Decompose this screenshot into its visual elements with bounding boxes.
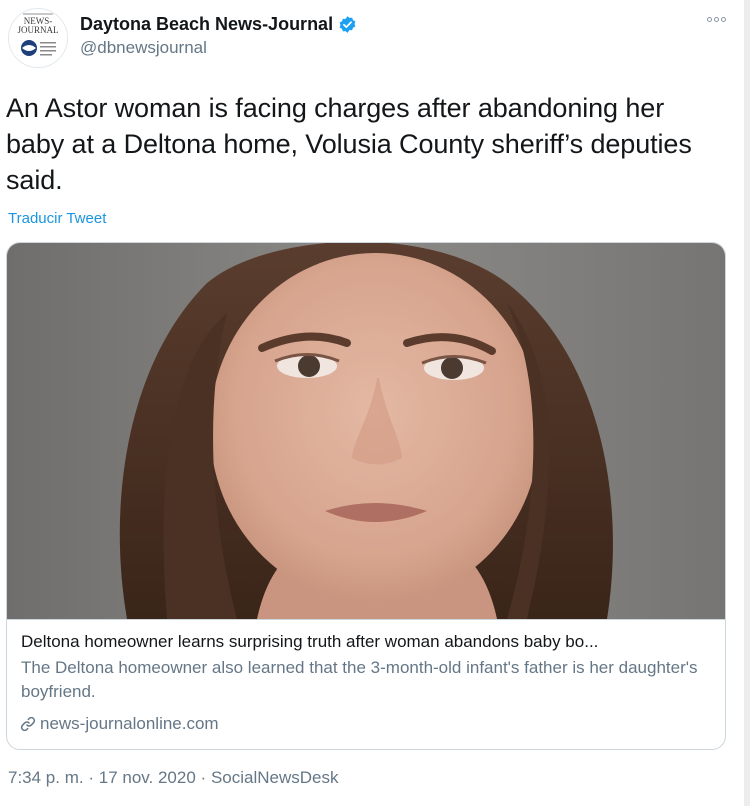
link-card[interactable]: Deltona homeowner learns surprising trut… — [6, 242, 726, 750]
card-description: The Deltona homeowner also learned that … — [21, 658, 698, 701]
card-domain[interactable]: news-journalonline.com — [19, 712, 219, 736]
tweet-time[interactable]: 7:34 p. m. — [8, 768, 84, 787]
meta-separator: · — [88, 768, 95, 787]
account-handle[interactable]: @dbnewsjournal — [80, 38, 207, 58]
tweet-meta: 7:34 p. m. · 17 nov. 2020 · SocialNewsDe… — [8, 768, 338, 788]
tweet-source[interactable]: SocialNewsDesk — [211, 768, 339, 787]
verified-badge-icon — [338, 15, 357, 34]
news-journal-logo: NEWS- JOURNAL — [9, 9, 67, 67]
meta-separator-2: · — [200, 768, 207, 787]
card-image[interactable] — [7, 243, 725, 619]
card-domain-text[interactable]: news-journalonline.com — [40, 712, 219, 736]
tweet-text: An Astor woman is facing charges after a… — [6, 93, 692, 195]
name-row: Daytona Beach News-Journal — [80, 12, 357, 36]
card-body[interactable]: Deltona homeowner learns surprising trut… — [7, 619, 725, 749]
translate-tweet-link[interactable]: Traducir Tweet — [8, 210, 106, 227]
avatar[interactable]: NEWS- JOURNAL — [8, 8, 68, 68]
tweet: NEWS- JOURNAL Daytona Beach News-Journal… — [0, 0, 750, 806]
link-icon — [19, 715, 37, 733]
tweet-header: NEWS- JOURNAL Daytona Beach News-Journal… — [0, 0, 750, 80]
display-name[interactable]: Daytona Beach News-Journal — [80, 14, 333, 35]
svg-text:JOURNAL: JOURNAL — [17, 25, 58, 35]
tweet-date[interactable]: 17 nov. 2020 — [99, 768, 196, 787]
scrollbar-track[interactable] — [744, 0, 750, 806]
more-options-icon[interactable] — [704, 14, 728, 24]
card-title[interactable]: Deltona homeowner learns surprising trut… — [21, 630, 711, 654]
